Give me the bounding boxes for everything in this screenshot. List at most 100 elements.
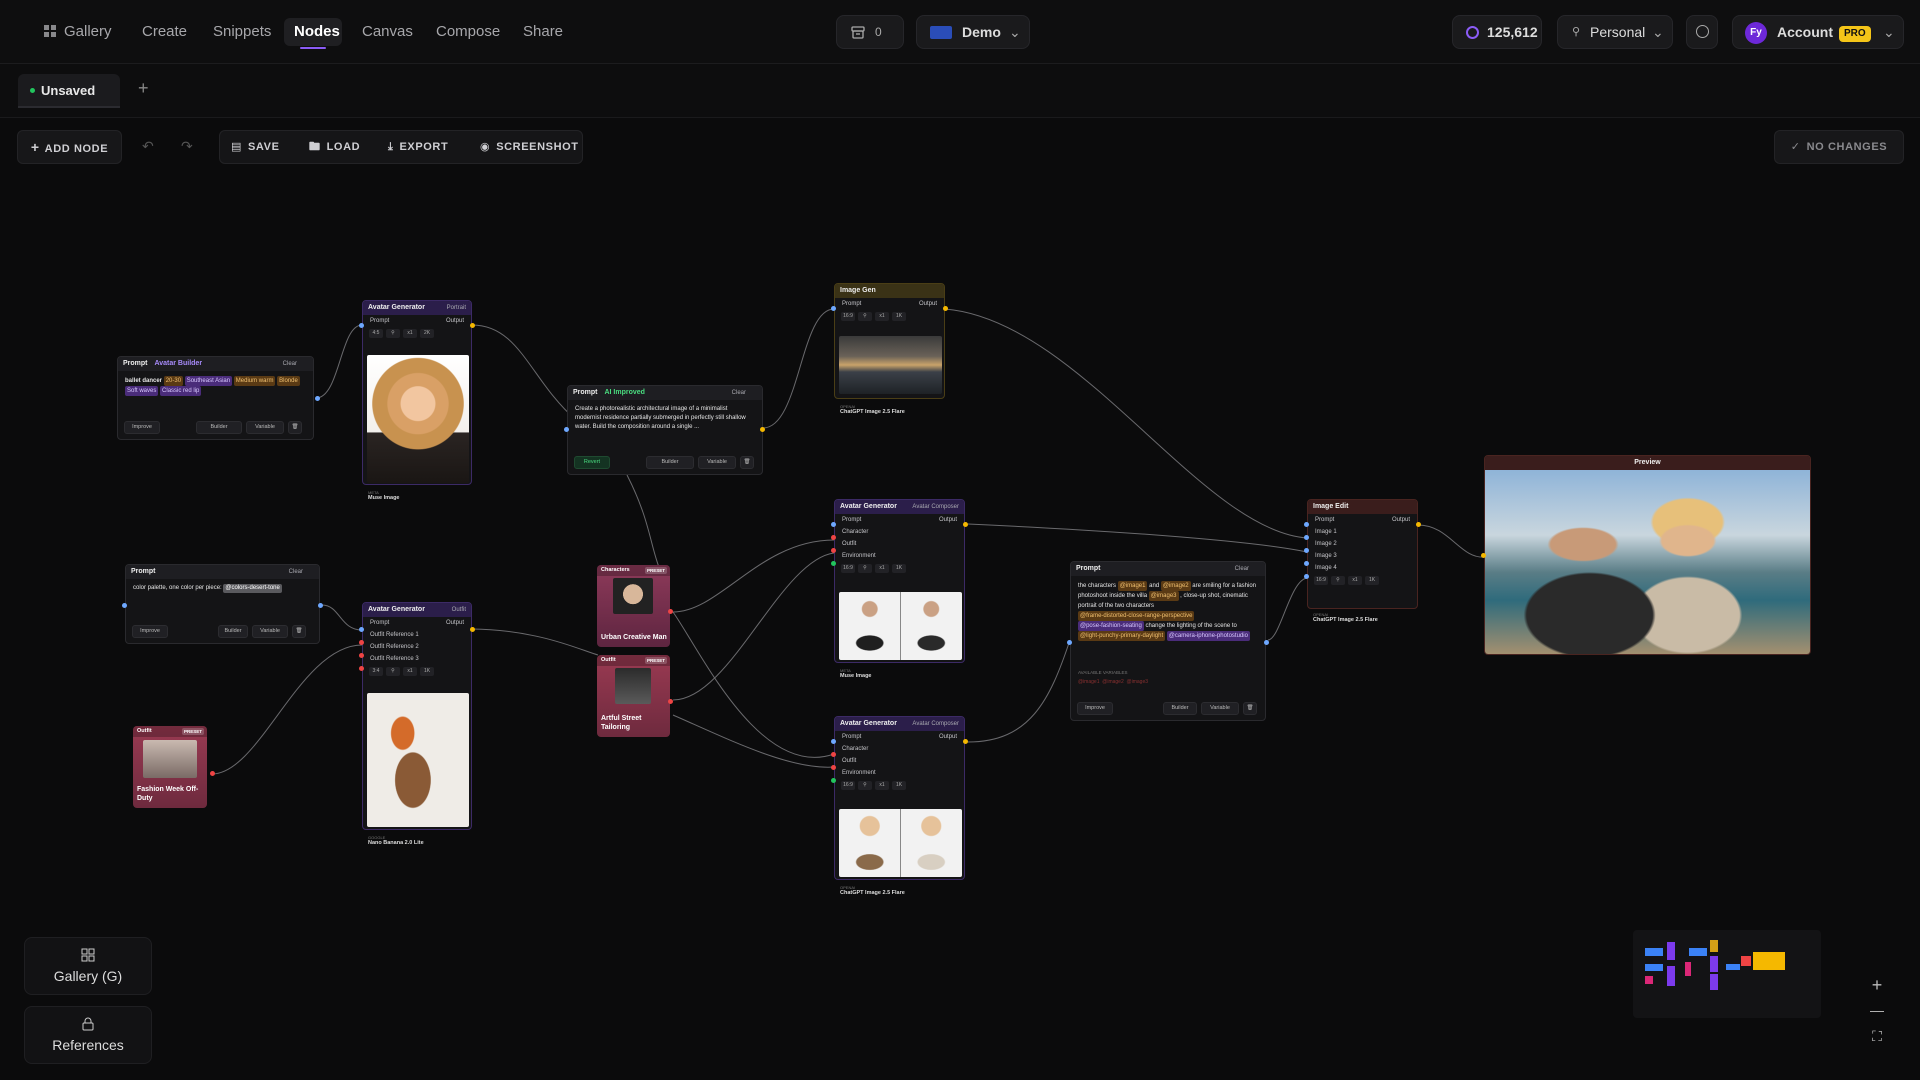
add-tab-button[interactable]: + <box>138 78 149 99</box>
outfit-flatlay-image[interactable] <box>367 693 469 827</box>
trash-icon[interactable]: 🗑 <box>1243 702 1257 715</box>
input-port[interactable] <box>1304 561 1309 566</box>
prompt-text[interactable]: Create a photorealistic architectural im… <box>568 400 762 437</box>
output-port[interactable] <box>315 396 320 401</box>
nav-nodes[interactable]: Nodes <box>284 18 342 49</box>
input-port[interactable] <box>831 306 836 311</box>
prompt-text[interactable]: ballet dancer 20-30 Southeast Asian Medi… <box>118 371 313 401</box>
composed-avatar-grid[interactable] <box>839 809 962 877</box>
trash-icon[interactable]: 🗑 <box>288 421 302 434</box>
avatar-composer-node[interactable]: Avatar Generator Avatar Composer Prompt Ou… <box>834 716 965 880</box>
output-port[interactable] <box>668 609 673 614</box>
input-port[interactable] <box>1304 574 1309 579</box>
builder-button[interactable]: Builder <box>1163 702 1197 715</box>
nav-compose[interactable]: Compose <box>426 18 510 46</box>
output-port[interactable] <box>943 306 948 311</box>
credits-badge[interactable]: 125,612 <box>1452 15 1542 49</box>
character-preset-card[interactable]: Characters PRESET Urban Creative Man <box>597 565 670 647</box>
output-port[interactable] <box>1264 640 1269 645</box>
lock-icon[interactable]: ⚲ <box>858 781 872 790</box>
builder-button[interactable]: Builder <box>218 625 248 638</box>
preview-image[interactable] <box>1485 470 1810 654</box>
prompt-node-colors[interactable]: Prompt Clear color palette, one color per… <box>125 564 320 644</box>
nav-gallery[interactable]: Gallery <box>34 18 122 46</box>
input-port[interactable] <box>831 752 836 757</box>
nav-share[interactable]: Share <box>513 18 573 46</box>
account-menu[interactable]: Fy Account PRO ⌄ <box>1732 15 1904 49</box>
output-port[interactable] <box>1416 522 1421 527</box>
input-port[interactable] <box>831 778 836 783</box>
preview-node[interactable]: Preview <box>1484 455 1811 655</box>
fit-view-button[interactable]: ⛶ <box>1866 1025 1888 1047</box>
load-button[interactable]: 🖿 LOAD <box>309 130 360 164</box>
input-port[interactable] <box>1304 548 1309 553</box>
output-port[interactable] <box>210 771 215 776</box>
builder-button[interactable]: Builder <box>196 421 242 434</box>
input-port[interactable] <box>831 765 836 770</box>
clear-button[interactable]: Clear <box>732 386 746 400</box>
zoom-in-button[interactable]: + <box>1866 974 1888 996</box>
nav-canvas[interactable]: Canvas <box>352 18 423 46</box>
prompt-node-avatar-builder[interactable]: Prompt Avatar Builder Clear ballet dancer… <box>117 356 314 440</box>
prompt-text[interactable]: color palette, one color per piece: @col… <box>126 579 319 598</box>
screenshot-button[interactable]: ◉ SCREENSHOT <box>480 130 579 164</box>
generated-villa-image[interactable] <box>839 336 942 394</box>
minimap[interactable] <box>1633 930 1821 1018</box>
input-port[interactable] <box>1481 553 1486 558</box>
output-port[interactable] <box>963 739 968 744</box>
avatar-generator-outfit-node[interactable]: Avatar Generator Outfit Prompt Output Outf… <box>362 602 472 830</box>
save-button[interactable]: ▤ SAVE <box>231 130 280 164</box>
outfit-preset-card[interactable]: Outfit PRESET Artful Street Tailoring <box>597 655 670 737</box>
output-port[interactable] <box>963 522 968 527</box>
clear-button[interactable]: Clear <box>283 357 297 371</box>
references-panel-button[interactable]: References <box>24 1006 152 1064</box>
composed-avatar-grid[interactable] <box>839 592 962 660</box>
input-port[interactable] <box>359 640 364 645</box>
gallery-panel-button[interactable]: Gallery (G) <box>24 937 152 995</box>
aspect-ratio-select[interactable]: 4:5 <box>369 329 383 338</box>
trash-icon[interactable]: 🗑 <box>740 456 754 469</box>
input-port[interactable] <box>831 535 836 540</box>
trash-icon[interactable]: 🗑 <box>292 625 306 638</box>
export-button[interactable]: ⤓ EXPORT <box>388 130 448 164</box>
builder-button[interactable]: Builder <box>646 456 694 469</box>
lock-icon[interactable]: ⚲ <box>386 329 400 338</box>
chat-button[interactable] <box>1686 15 1718 49</box>
lock-icon[interactable]: ⚲ <box>858 312 872 321</box>
input-port[interactable] <box>831 548 836 553</box>
output-port[interactable] <box>760 427 765 432</box>
image-gen-node[interactable]: Image Gen Prompt Output 16:9 ⚲ x1 1K <box>834 283 945 399</box>
output-port[interactable] <box>318 603 323 608</box>
lock-icon[interactable]: ⚲ <box>386 667 400 676</box>
input-port[interactable] <box>359 323 364 328</box>
nav-create[interactable]: Create <box>132 18 197 46</box>
variable-button[interactable]: Variable <box>1201 702 1239 715</box>
lock-icon[interactable]: ⚲ <box>1331 576 1345 585</box>
prompt-node-ai-improved[interactable]: Prompt AI Improved Clear Create a photore… <box>567 385 763 475</box>
resolution-select[interactable]: 2K <box>420 329 434 338</box>
prompt-text[interactable]: the characters @image1 and @image2 are s… <box>1071 576 1265 646</box>
nav-snippets[interactable]: Snippets <box>203 18 281 46</box>
scope-dropdown[interactable]: ⚲ Personal ⌄ <box>1557 15 1673 49</box>
avatar-generator-portrait-node[interactable]: Avatar Generator Portrait Prompt Output 4:… <box>362 300 472 485</box>
redo-button[interactable]: ↷ <box>181 138 193 155</box>
improve-button[interactable]: Improve <box>124 421 160 434</box>
variable-button[interactable]: Variable <box>698 456 736 469</box>
input-port[interactable] <box>831 522 836 527</box>
workspace-dropdown[interactable]: Demo ⌄ <box>916 15 1030 49</box>
input-port[interactable] <box>1304 535 1309 540</box>
input-port[interactable] <box>359 653 364 658</box>
input-port[interactable] <box>1304 522 1309 527</box>
revert-button[interactable]: Revert <box>574 456 610 469</box>
cart-button[interactable]: 0 <box>836 15 904 49</box>
variable-button[interactable]: Variable <box>252 625 288 638</box>
output-port[interactable] <box>470 627 475 632</box>
outfit-preset-card[interactable]: Outfit PRESET Fashion Week Off-Duty <box>133 726 207 808</box>
count-select[interactable]: x1 <box>403 329 417 338</box>
prompt-node-characters[interactable]: Prompt Clear the characters @image1 and @… <box>1070 561 1266 721</box>
avatar-composer-node[interactable]: Avatar Generator Avatar Composer Prompt Ou… <box>834 499 965 663</box>
zoom-out-button[interactable]: — <box>1866 999 1888 1021</box>
clear-button[interactable]: Clear <box>289 565 303 579</box>
lock-icon[interactable]: ⚲ <box>858 564 872 573</box>
input-port[interactable] <box>564 427 569 432</box>
